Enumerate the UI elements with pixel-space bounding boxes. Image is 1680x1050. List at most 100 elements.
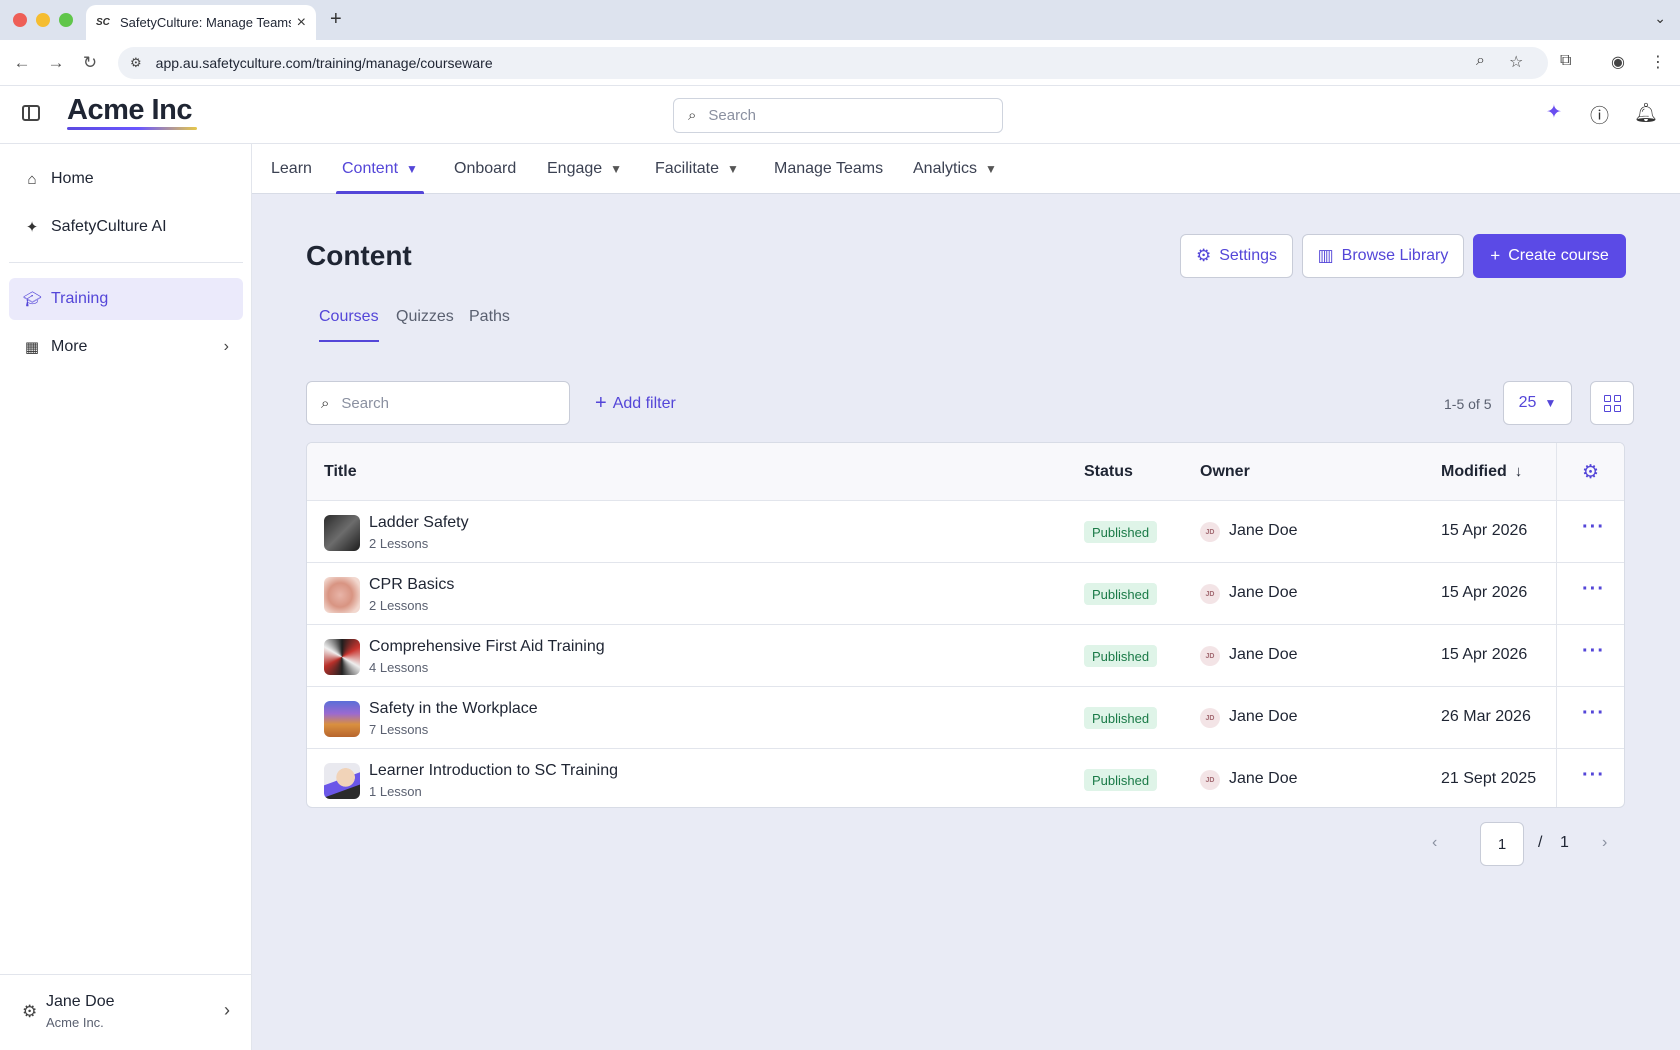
back-icon[interactable]: ← xyxy=(12,53,32,73)
new-tab-icon[interactable]: + xyxy=(330,8,342,31)
search-placeholder: Search xyxy=(708,107,756,124)
more-actions-icon[interactable]: ··· xyxy=(1582,578,1605,601)
modified-date: 26 Mar 2026 xyxy=(1441,708,1531,725)
user-name: Jane Doe xyxy=(46,993,115,1010)
window-minimize-button[interactable] xyxy=(36,13,50,27)
next-page-icon[interactable]: › xyxy=(1602,834,1607,852)
user-account-menu[interactable]: ⚙ Jane Doe Acme Inc. › xyxy=(0,974,252,1050)
nav-learn[interactable]: Learn xyxy=(271,144,312,194)
brand-logo[interactable]: Acme Inc xyxy=(67,94,192,127)
sidebar-item-training[interactable]: 🎓︎ Training xyxy=(9,278,243,320)
browser-tab-bar: SC SafetyCulture: Manage Teams × + ⌄ xyxy=(0,0,1680,40)
close-tab-icon[interactable]: × xyxy=(297,14,306,32)
nav-manage-teams[interactable]: Manage Teams xyxy=(774,144,883,194)
add-filter-button[interactable]: + Add filter xyxy=(595,392,676,415)
search-icon: ⌕ xyxy=(321,394,330,412)
nav-facilitate[interactable]: Facilitate ▼ xyxy=(655,144,739,194)
nav-label: Analytics xyxy=(913,160,978,177)
course-search-input[interactable]: ⌕ Search xyxy=(306,381,570,425)
main-content: Content ⚙ Settings ▥ Browse Library + Cr… xyxy=(252,194,1680,1050)
window-close-button[interactable] xyxy=(13,13,27,27)
avatar: JD xyxy=(1200,584,1220,604)
window-zoom-button[interactable] xyxy=(59,13,73,27)
nav-content[interactable]: Content ▼ xyxy=(336,144,424,194)
browse-library-button[interactable]: ▥ Browse Library xyxy=(1302,234,1464,278)
browser-tab[interactable]: SC SafetyCulture: Manage Teams × xyxy=(86,5,316,40)
nav-analytics[interactable]: Analytics ▼ xyxy=(913,144,997,194)
forward-icon[interactable]: → xyxy=(46,53,66,73)
page-size-select[interactable]: 25 ▼ xyxy=(1503,381,1572,425)
sidebar-item-safetyculture-ai[interactable]: ✦ SafetyCulture AI xyxy=(9,206,243,248)
column-settings-gear-icon[interactable]: ⚙ xyxy=(1582,461,1599,484)
global-search-input[interactable]: ⌕ Search xyxy=(673,98,1003,133)
sidebar-item-home[interactable]: ⌂ Home xyxy=(9,158,243,200)
browser-menu-icon[interactable]: ⋮ xyxy=(1650,52,1666,72)
avatar: JD xyxy=(1200,646,1220,666)
url-field[interactable]: ⚙ app.au.safetyculture.com/training/mana… xyxy=(118,47,1548,79)
button-label: Create course xyxy=(1508,247,1609,264)
reload-icon[interactable]: ↻ xyxy=(80,53,100,73)
table-row[interactable]: Ladder Safety 2 Lessons Published JD Jan… xyxy=(307,501,1624,563)
more-actions-icon[interactable]: ··· xyxy=(1582,702,1605,725)
sidebar-item-label: Training xyxy=(51,290,109,307)
tab-list-chevron-icon[interactable]: ⌄ xyxy=(1654,10,1666,27)
sidebar-toggle-icon[interactable] xyxy=(22,105,40,121)
zoom-icon[interactable]: ⌕ xyxy=(1476,52,1485,70)
extensions-icon[interactable]: ⧉ xyxy=(1560,52,1571,70)
sidebar-item-label: More xyxy=(51,338,88,355)
sidebar-item-more[interactable]: ▦ More › xyxy=(9,326,243,368)
nav-onboard[interactable]: Onboard xyxy=(454,144,516,194)
profile-icon[interactable]: ◉ xyxy=(1611,52,1625,72)
nav-label: Engage xyxy=(547,160,603,177)
total-pages: 1 xyxy=(1560,834,1569,851)
chevron-down-icon: ▼ xyxy=(610,162,623,176)
table-row[interactable]: CPR Basics 2 Lessons Published JD Jane D… xyxy=(307,563,1624,625)
more-actions-icon[interactable]: ··· xyxy=(1582,764,1605,787)
grid-view-toggle[interactable] xyxy=(1590,381,1634,425)
status-badge: Published xyxy=(1084,707,1158,729)
avatar: JD xyxy=(1200,770,1220,790)
table-row[interactable]: Comprehensive First Aid Training 4 Lesso… xyxy=(307,625,1624,687)
top-navigation: Learn Content ▼ Onboard Engage ▼ Facilitat… xyxy=(252,144,1680,194)
course-title[interactable]: Ladder Safety xyxy=(369,514,469,532)
tab-paths[interactable]: Paths xyxy=(469,308,510,326)
owner-name: Jane Doe xyxy=(1229,770,1298,787)
site-settings-icon[interactable]: ⚙ xyxy=(130,55,142,71)
current-page-input[interactable]: 1 xyxy=(1480,822,1524,866)
nav-label: Content xyxy=(342,160,399,177)
column-modified[interactable]: Modified ↓ xyxy=(1441,463,1522,481)
sidebar-divider xyxy=(9,262,243,263)
previous-page-icon[interactable]: ‹ xyxy=(1432,834,1437,852)
owner-name: Jane Doe xyxy=(1229,584,1298,601)
course-title[interactable]: CPR Basics xyxy=(369,576,454,594)
more-actions-icon[interactable]: ··· xyxy=(1582,516,1605,539)
user-org: Acme Inc. xyxy=(46,1015,104,1030)
course-title[interactable]: Comprehensive First Aid Training xyxy=(369,638,605,656)
gear-icon: ⚙ xyxy=(1195,246,1212,265)
column-status[interactable]: Status xyxy=(1084,463,1133,481)
settings-button[interactable]: ⚙ Settings xyxy=(1180,234,1293,278)
tab-courses[interactable]: Courses xyxy=(319,308,379,342)
tab-quizzes[interactable]: Quizzes xyxy=(396,308,454,326)
page-separator: / xyxy=(1538,834,1543,851)
search-icon: ⌕ xyxy=(688,107,697,124)
course-lessons: 4 Lessons xyxy=(369,660,429,675)
create-course-button[interactable]: + Create course xyxy=(1473,234,1626,278)
nav-label: Learn xyxy=(271,160,312,177)
column-owner[interactable]: Owner xyxy=(1200,463,1250,481)
notifications-bell-icon[interactable]: 🔔︎ xyxy=(1634,101,1658,125)
grid-icon: ▦ xyxy=(24,339,40,356)
help-icon[interactable]: ⓘ xyxy=(1590,101,1609,128)
table-row[interactable]: Safety in the Workplace 7 Lessons Publis… xyxy=(307,687,1624,749)
column-modified-label: Modified xyxy=(1441,463,1507,480)
nav-engage[interactable]: Engage ▼ xyxy=(547,144,622,194)
column-title[interactable]: Title xyxy=(324,463,357,481)
table-header: Title Status Owner Modified ↓ ⚙ xyxy=(307,443,1624,501)
table-row[interactable]: Learner Introduction to SC Training 1 Le… xyxy=(307,749,1624,807)
bookmark-star-icon[interactable]: ☆ xyxy=(1509,52,1523,72)
more-actions-icon[interactable]: ··· xyxy=(1582,640,1605,663)
ai-sparkle-icon[interactable]: ✦ xyxy=(1546,101,1562,124)
course-title[interactable]: Safety in the Workplace xyxy=(369,700,538,718)
course-title[interactable]: Learner Introduction to SC Training xyxy=(369,762,618,780)
nav-label: Manage Teams xyxy=(774,160,884,177)
